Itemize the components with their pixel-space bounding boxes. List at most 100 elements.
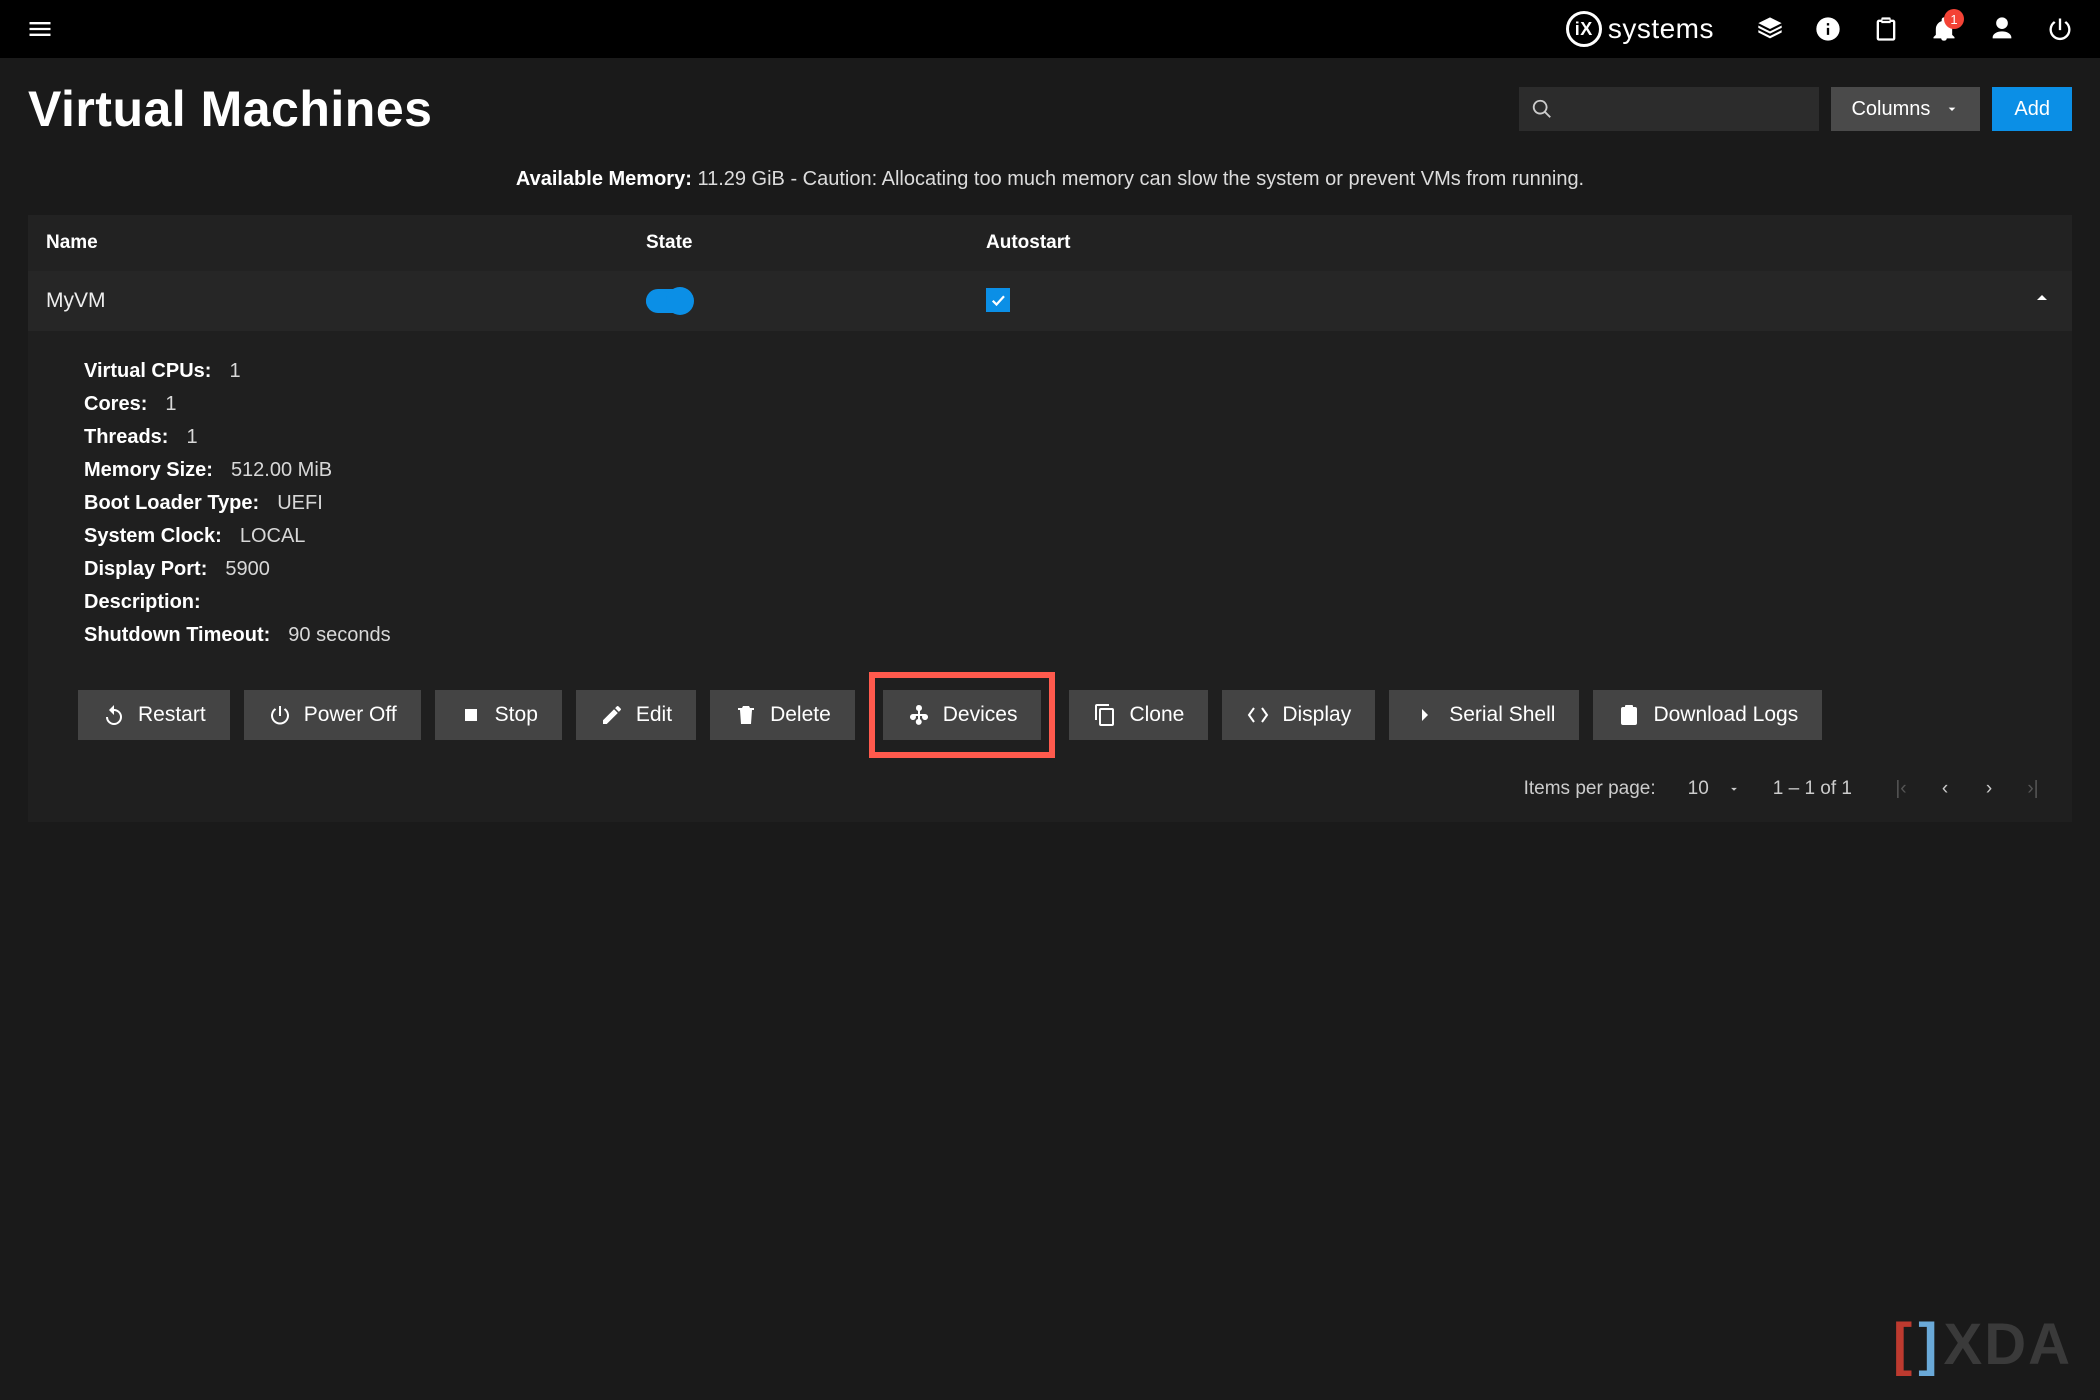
person-icon xyxy=(1988,15,2016,43)
action-label: Devices xyxy=(943,703,1018,727)
action-label: Restart xyxy=(138,703,206,727)
power-icon xyxy=(268,703,292,727)
clipboard-icon xyxy=(1872,15,1900,43)
poweroff-button[interactable]: Power Off xyxy=(244,690,421,740)
toggle-on-icon xyxy=(646,289,692,313)
delete-button[interactable]: Delete xyxy=(710,690,855,740)
paginator-nav: |‹ ‹ › ›| xyxy=(1884,778,2050,800)
devices-button[interactable]: Devices xyxy=(883,690,1042,740)
chevron-up-icon xyxy=(2030,286,2054,310)
col-autostart: Autostart xyxy=(986,232,1974,254)
search-input[interactable] xyxy=(1563,99,1807,120)
memory-text: 11.29 GiB - Caution: Allocating too much… xyxy=(697,168,1584,190)
detail-value: 512.00 MiB xyxy=(231,459,332,482)
detail-value: UEFI xyxy=(277,492,323,515)
add-label: Add xyxy=(2014,98,2050,121)
detail-value: 90 seconds xyxy=(288,624,390,647)
detail-label: Threads: xyxy=(84,426,168,449)
action-label: Delete xyxy=(770,703,831,727)
memory-label: Available Memory: xyxy=(516,168,692,190)
topbar: iX systems 1 xyxy=(0,0,2100,58)
add-button[interactable]: Add xyxy=(1992,87,2072,131)
notifications-button[interactable]: 1 xyxy=(1922,7,1966,51)
page-header: Virtual Machines Columns Add xyxy=(28,80,2072,138)
detail-label: Cores: xyxy=(84,393,147,416)
restart-button[interactable]: Restart xyxy=(78,690,230,740)
serial-shell-button[interactable]: Serial Shell xyxy=(1389,690,1579,740)
stop-button[interactable]: Stop xyxy=(435,690,562,740)
trash-icon xyxy=(734,703,758,727)
hub-icon xyxy=(907,703,931,727)
paginator: Items per page: 10 1 – 1 of 1 |‹ ‹ › ›| xyxy=(28,766,2072,822)
notification-badge: 1 xyxy=(1944,9,1964,29)
clipboard-button[interactable] xyxy=(1864,7,1908,51)
action-label: Serial Shell xyxy=(1449,703,1555,727)
brand-text: systems xyxy=(1608,13,1714,45)
stop-icon xyxy=(459,703,483,727)
brand-logo[interactable]: iX systems xyxy=(1566,11,1714,47)
prev-page[interactable]: ‹ xyxy=(1928,778,1962,800)
action-label: Power Off xyxy=(304,703,397,727)
vm-name: MyVM xyxy=(46,289,646,313)
detail-label: Display Port: xyxy=(84,558,207,581)
truecommand-button[interactable] xyxy=(1748,7,1792,51)
chevron-down-icon xyxy=(1727,782,1741,796)
devices-highlight: Devices xyxy=(869,672,1056,758)
items-per-page-select[interactable]: 10 xyxy=(1688,778,1741,800)
clone-button[interactable]: Clone xyxy=(1069,690,1208,740)
edit-button[interactable]: Edit xyxy=(576,690,696,740)
items-per-page-value: 10 xyxy=(1688,778,1709,800)
detail-label: Memory Size: xyxy=(84,459,213,482)
vm-actions: Restart Power Off Stop Edit Delete xyxy=(28,672,2072,766)
paginator-range: 1 – 1 of 1 xyxy=(1773,778,1852,800)
expand-toggle[interactable] xyxy=(2030,286,2054,316)
detail-value: 1 xyxy=(165,393,176,416)
chevron-right-icon xyxy=(1413,703,1437,727)
restart-icon xyxy=(102,703,126,727)
next-page[interactable]: › xyxy=(1972,778,2006,800)
hamburger-icon xyxy=(26,15,54,43)
memory-warning: Available Memory: 11.29 GiB - Caution: A… xyxy=(28,168,2072,191)
clipboard-icon xyxy=(1617,703,1641,727)
action-label: Clone xyxy=(1129,703,1184,727)
info-button[interactable] xyxy=(1806,7,1850,51)
vm-state-toggle[interactable] xyxy=(646,289,986,313)
action-label: Edit xyxy=(636,703,672,727)
page: Virtual Machines Columns Add Available M… xyxy=(0,58,2100,822)
action-label: Download Logs xyxy=(1653,703,1798,727)
last-page[interactable]: ›| xyxy=(2016,778,2050,800)
detail-label: Boot Loader Type: xyxy=(84,492,259,515)
page-title: Virtual Machines xyxy=(28,80,432,138)
search-box[interactable] xyxy=(1519,87,1819,131)
action-label: Stop xyxy=(495,703,538,727)
table-row[interactable]: MyVM xyxy=(28,271,2072,331)
action-label: Display xyxy=(1282,703,1351,727)
display-button[interactable]: Display xyxy=(1222,690,1375,740)
search-icon xyxy=(1531,98,1553,120)
layers-icon xyxy=(1756,15,1784,43)
col-name: Name xyxy=(46,232,646,254)
power-icon xyxy=(2046,15,2074,43)
detail-label: Virtual CPUs: xyxy=(84,360,211,383)
items-per-page-label: Items per page: xyxy=(1524,778,1656,800)
columns-label: Columns xyxy=(1851,98,1930,121)
detail-value: 5900 xyxy=(225,558,270,581)
first-page[interactable]: |‹ xyxy=(1884,778,1918,800)
pencil-icon xyxy=(600,703,624,727)
brand-badge: iX xyxy=(1566,11,1602,47)
table-header: Name State Autostart xyxy=(28,215,2072,271)
account-button[interactable] xyxy=(1980,7,2024,51)
columns-button[interactable]: Columns xyxy=(1831,87,1980,131)
vm-details: Virtual CPUs:1 Cores:1 Threads:1 Memory … xyxy=(28,331,2072,672)
bracket-icon: [ xyxy=(1893,1311,1914,1378)
checkbox-icon xyxy=(986,288,1010,312)
bracket-icon: ] xyxy=(1918,1311,1939,1378)
detail-label: System Clock: xyxy=(84,525,222,548)
detail-label: Shutdown Timeout: xyxy=(84,624,270,647)
display-icon xyxy=(1246,703,1270,727)
menu-button[interactable] xyxy=(18,7,62,51)
power-button[interactable] xyxy=(2038,7,2082,51)
detail-value: 1 xyxy=(229,360,240,383)
download-logs-button[interactable]: Download Logs xyxy=(1593,690,1822,740)
vm-autostart-checkbox[interactable] xyxy=(986,288,1974,315)
